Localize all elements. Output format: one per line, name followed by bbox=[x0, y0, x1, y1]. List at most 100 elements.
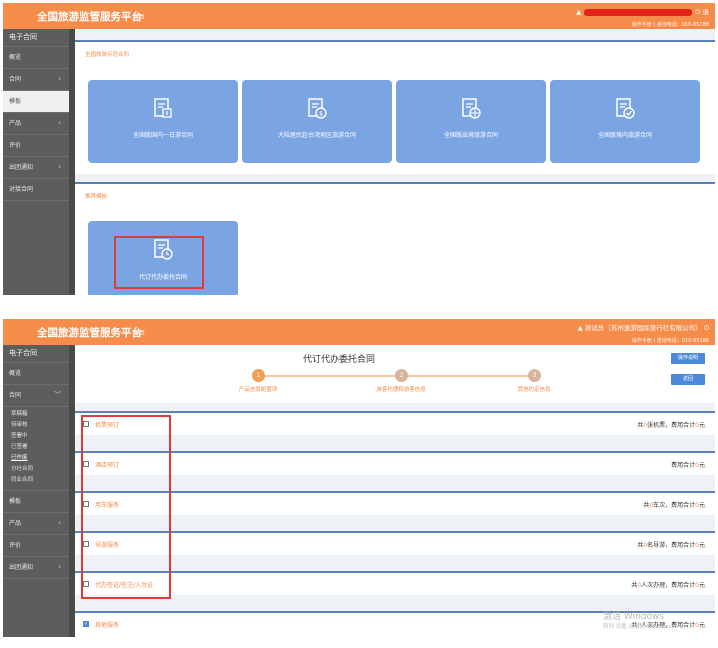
sidebar-item[interactable]: 评价 bbox=[3, 535, 69, 557]
service-row: 导游服务 共0名导游，费用合计0元 bbox=[75, 531, 715, 555]
sidebar-item[interactable]: 出团通知 ‹ bbox=[3, 557, 69, 579]
sidebar-item-label: 出团通知 bbox=[9, 564, 34, 571]
sidebar-subitem[interactable]: 待审核 bbox=[3, 420, 69, 431]
panel-title: 推荐模板 bbox=[85, 194, 108, 200]
template-card[interactable]: 全国版出境旅游合同 bbox=[396, 80, 546, 163]
summary-middle: 张机票，费用合计 bbox=[647, 422, 696, 429]
top-bar: 全国旅游监管服务平台 首页 ▲ ⏻ 退 操作手册 | 咨询电话：010-65788 bbox=[3, 3, 715, 29]
service-name[interactable]: 其他服务 bbox=[95, 620, 119, 629]
service-row: 机票预订 共0张机票，费用合计0元 bbox=[75, 411, 715, 435]
logout-link[interactable]: 退 bbox=[703, 8, 710, 16]
chevron-left-icon: ‹ bbox=[58, 519, 61, 527]
sidebar: 电子合同 概览 合同 ﹀ 草稿箱 待审核 签署中 已签署 已作废 分社合同 同业合同 模板 产品 ‹ 评价出… bbox=[3, 345, 69, 637]
template-card-label: 全国版国内一日游合同 bbox=[132, 132, 193, 139]
template-card-label: 全国版出境旅游合同 bbox=[443, 132, 498, 139]
sidebar-item-label: 评价 bbox=[9, 142, 22, 149]
summary-middle: 人次办理，费用合计 bbox=[641, 582, 696, 589]
step-label: 其他约定信息 bbox=[517, 387, 551, 393]
sidebar-subitem[interactable]: 已签署 bbox=[3, 442, 69, 453]
sidebar-subitem[interactable]: 签署中 bbox=[3, 431, 69, 442]
user-info: ▲ 测试员（苏州速游国际旅行社有限公司） ⏻ 操作手册 | 咨询电话：010-6… bbox=[578, 322, 709, 344]
service-row: 用车服务 共0车次，费用合计0元 bbox=[75, 491, 715, 515]
sidebar-subitem[interactable]: 同业合同 bbox=[3, 475, 69, 486]
service-row: 代办签证/签注/入台证 共0人次办理，费用合计0元 bbox=[75, 571, 715, 595]
sidebar-item[interactable]: 出团通知 ‹ bbox=[3, 157, 69, 179]
step-circle[interactable]: 3 bbox=[528, 369, 541, 382]
step-circle[interactable]: 1 bbox=[252, 369, 265, 382]
user-help-links[interactable]: 操作手册 | 咨询电话：010-65188 bbox=[578, 337, 709, 344]
platform-brand[interactable]: 全国旅游监管服务平台 bbox=[37, 9, 142, 24]
summary-middle: 车次，费用合计 bbox=[653, 502, 696, 509]
chevron-down-icon: ﹀ bbox=[54, 391, 61, 399]
power-icon[interactable]: ⏻ bbox=[695, 8, 700, 16]
service-row: 酒店预订 费用合计0元 bbox=[75, 451, 715, 475]
svg-text:$: $ bbox=[319, 111, 323, 118]
sidebar: 电子合同概览合同 ‹ 模板产品 ‹ 评价出团通知 ‹ 对接合同 bbox=[3, 29, 69, 295]
template-card-label: 大陆居民赴台湾地区旅游合同 bbox=[277, 132, 356, 139]
step-label: 游客代理和游客信息 bbox=[376, 387, 426, 393]
sidebar-subitem[interactable]: 分社合同 bbox=[3, 464, 69, 475]
sidebar-submenu: 草稿箱 待审核 签署中 已签署 已作废 分社合同 同业合同 bbox=[3, 407, 69, 491]
sidebar-item-label: 对接合同 bbox=[9, 186, 34, 193]
home-link[interactable]: 首页 bbox=[133, 328, 145, 337]
template-card[interactable]: 全国版境内旅游合同 bbox=[550, 80, 700, 163]
template-card[interactable]: $ 大陆居民赴台湾地区旅游合同 bbox=[242, 80, 392, 163]
chevron-left-icon: ‹ bbox=[58, 163, 61, 171]
redacted-username bbox=[584, 8, 693, 16]
sidebar-subitem[interactable]: 草稿箱 bbox=[3, 409, 69, 420]
summary-middle: 费用合计 bbox=[671, 462, 696, 469]
summary-unit: 元 bbox=[698, 502, 705, 509]
platform-brand[interactable]: 全国旅游监管服务平台 bbox=[37, 325, 142, 340]
sidebar-item[interactable]: 概览 bbox=[3, 363, 69, 385]
sidebar-item[interactable]: 产品 ‹ bbox=[3, 513, 69, 535]
service-summary: 共0张机票，费用合计0元 bbox=[637, 420, 705, 429]
sidebar-item[interactable]: 模板 bbox=[3, 491, 69, 513]
step-connector bbox=[259, 375, 409, 377]
sidebar-item-label: 模板 bbox=[9, 498, 22, 505]
service-summary: 共0名导游，费用合计0元 bbox=[637, 540, 705, 549]
sidebar-item-label: 产品 bbox=[9, 520, 22, 527]
user-help-links[interactable]: 操作手册 | 咨询电话：010-65788 bbox=[576, 21, 709, 28]
sidebar-subitem[interactable]: 已作废 bbox=[3, 453, 69, 464]
user-name[interactable]: 测试员（苏州速游国际旅行社有限公司） bbox=[585, 324, 702, 332]
chevron-left-icon: ‹ bbox=[58, 563, 61, 571]
sidebar-header: 电子合同 bbox=[3, 29, 69, 47]
summary-unit: 元 bbox=[698, 462, 705, 469]
template-card-label: 全国版境内旅游合同 bbox=[597, 132, 652, 139]
page-title: 代订代办委托合同 bbox=[303, 355, 376, 365]
service-summary: 共0人次办理，费用合计0元 bbox=[631, 580, 705, 589]
sidebar-item[interactable]: 合同 ﹀ bbox=[3, 385, 69, 407]
sidebar-item-label: 概览 bbox=[9, 54, 22, 61]
service-summary: 共0车次，费用合计0元 bbox=[643, 500, 705, 509]
user-icon: ▲ bbox=[576, 8, 582, 16]
summary-unit: 元 bbox=[698, 582, 705, 589]
back-button[interactable]: 返回 bbox=[671, 374, 705, 385]
step-circle[interactable]: 2 bbox=[395, 369, 408, 382]
document-calendar-icon bbox=[154, 98, 172, 118]
sidebar-item[interactable]: 评价 bbox=[3, 135, 69, 157]
sidebar-item[interactable]: 产品 ‹ bbox=[3, 113, 69, 135]
sidebar-item-label: 出团通知 bbox=[9, 164, 34, 171]
guide-button[interactable]: 操作说明 bbox=[671, 353, 705, 364]
step-label: 产品信息配置项 bbox=[238, 387, 278, 393]
chevron-left-icon: ‹ bbox=[58, 119, 61, 127]
power-icon[interactable]: ⏻ bbox=[704, 324, 709, 332]
sidebar-item-label: 概览 bbox=[9, 370, 22, 377]
summary-middle: 名导游，费用合计 bbox=[647, 542, 696, 549]
step-connector bbox=[409, 375, 537, 377]
home-link[interactable]: 首页 bbox=[133, 12, 145, 21]
sidebar-item[interactable]: 合同 ‹ bbox=[3, 69, 69, 91]
summary-unit: 元 bbox=[698, 422, 705, 429]
sidebar-item[interactable]: 概览 bbox=[3, 47, 69, 69]
screenshot-contract-form: 全国旅游监管服务平台 首页 ▲ 测试员（苏州速游国际旅行社有限公司） ⏻ 操作手… bbox=[3, 319, 715, 637]
document-money-icon: $ bbox=[308, 98, 327, 119]
template-card[interactable]: 全国版国内一日游合同 bbox=[88, 80, 238, 163]
form-header: 代订代办委托合同 操作说明 返回 1 产品信息配置项 2 游客代理和游客信息 3 其他约定… bbox=[75, 345, 715, 403]
sidebar-item[interactable]: 模板 bbox=[3, 91, 69, 113]
sidebar-item-label: 模板 bbox=[9, 98, 22, 105]
sidebar-item[interactable]: 对接合同 bbox=[3, 179, 69, 201]
sidebar-item-label: 电子合同 bbox=[9, 33, 37, 41]
panel-title: 全国旅游示范合同 bbox=[85, 52, 130, 58]
sidebar-item-label: 合同 bbox=[9, 392, 22, 399]
service-checkbox[interactable]: ✓ bbox=[83, 621, 89, 627]
